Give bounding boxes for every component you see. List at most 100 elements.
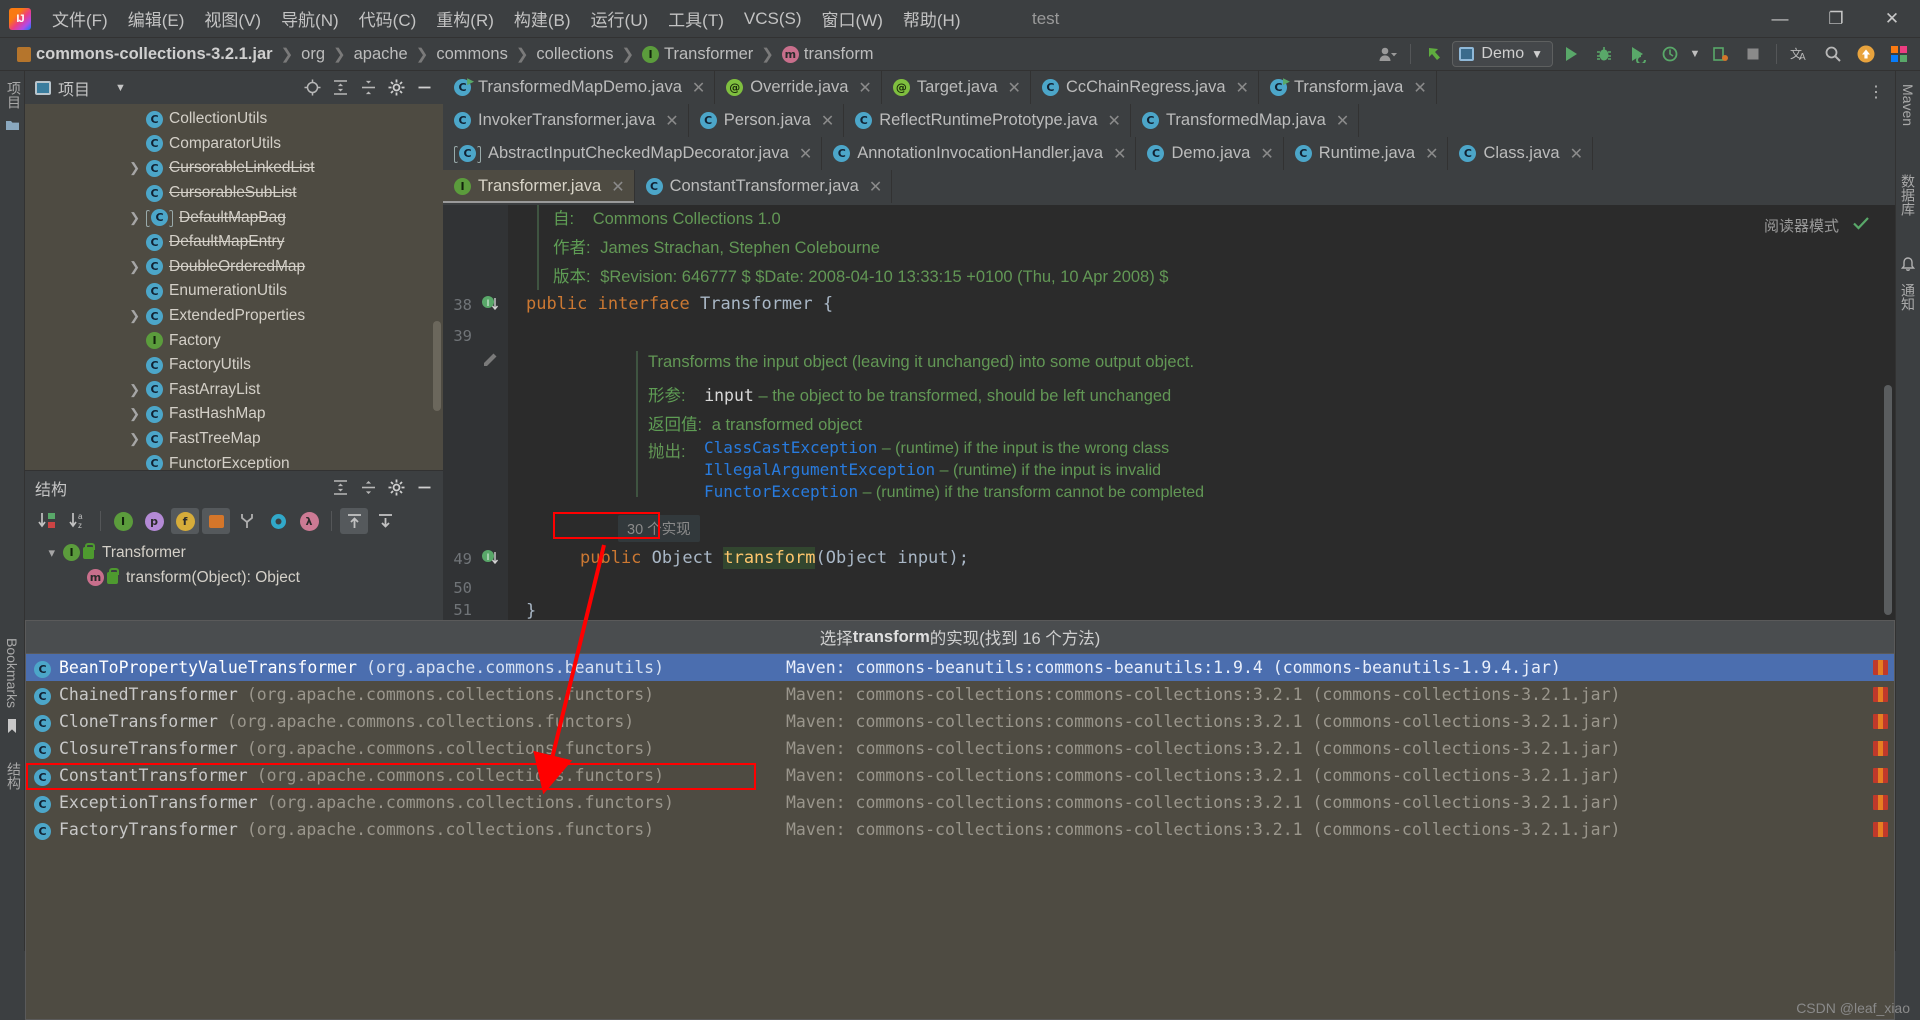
popup-list-item[interactable]: C ExceptionTransformer (org.apache.commons… bbox=[26, 789, 1894, 816]
chevron-down-icon[interactable]: ▼ bbox=[1688, 41, 1702, 67]
tree-expand-arrow-icon[interactable]: ❯ bbox=[25, 382, 146, 398]
show-anonymous-icon[interactable] bbox=[264, 508, 292, 534]
tree-expand-arrow-icon[interactable]: ▾ bbox=[25, 545, 63, 561]
sort-by-visibility-icon[interactable] bbox=[33, 508, 61, 534]
settings-gear-icon[interactable] bbox=[383, 76, 409, 100]
breadcrumb-item-jar[interactable]: commons-collections-3.2.1.jar bbox=[14, 43, 276, 66]
code-editor[interactable]: 38 I 39 49 I 50 51 自: Commons Collection… bbox=[443, 205, 1895, 623]
debug-button[interactable] bbox=[1589, 41, 1619, 67]
stripe-bookmarks[interactable]: Bookmarks bbox=[0, 632, 24, 714]
project-tree-item[interactable]: C CursorableSubList bbox=[25, 181, 443, 206]
stripe-database[interactable]: 数据库 bbox=[1894, 167, 1920, 223]
minimize-button[interactable]: — bbox=[1752, 0, 1808, 38]
editor-tab[interactable]: C TransformedMap.java ✕ bbox=[1130, 104, 1360, 137]
close-icon[interactable]: ✕ bbox=[858, 78, 871, 98]
editor-tab[interactable]: @ Target.java ✕ bbox=[881, 71, 1031, 104]
collapse-all-icon[interactable] bbox=[371, 508, 399, 534]
close-icon[interactable]: ✕ bbox=[869, 177, 882, 197]
popup-list-item[interactable]: C ClosureTransformer (org.apache.commons.c… bbox=[26, 735, 1894, 762]
project-tree-item[interactable]: C FactoryUtils bbox=[25, 353, 443, 378]
implementations-popup[interactable]: 选择 transform 的实现(找到 16 个方法) C BeanToPrope… bbox=[25, 620, 1895, 1020]
stop-button[interactable] bbox=[1738, 41, 1768, 67]
popup-list-item[interactable]: C ConstantTransformer (org.apache.commons.… bbox=[26, 762, 1894, 789]
menu-vcs[interactable]: VCS(S) bbox=[735, 5, 811, 33]
stripe-notifications[interactable]: 通知 bbox=[1894, 276, 1920, 318]
project-tree-scrollbar[interactable] bbox=[433, 321, 441, 411]
menu-refactor[interactable]: 重构(R) bbox=[427, 2, 503, 35]
menu-help[interactable]: 帮助(H) bbox=[894, 2, 970, 35]
exception-link[interactable]: ClassCastException bbox=[704, 438, 877, 457]
close-icon[interactable]: ✕ bbox=[1108, 111, 1121, 131]
close-icon[interactable]: ✕ bbox=[1425, 144, 1438, 164]
expand-all-icon[interactable] bbox=[327, 476, 353, 500]
structure-tree-item[interactable]: ▾ I Transformer bbox=[25, 540, 443, 565]
run-with-coverage-button[interactable] bbox=[1622, 41, 1652, 67]
popup-list-item[interactable]: C BeanToPropertyValueTransformer (org.apac… bbox=[26, 654, 1894, 681]
show-non-public-icon[interactable] bbox=[202, 508, 230, 534]
project-tree-item[interactable]: C ComparatorUtils bbox=[25, 132, 443, 157]
ide-features-icon[interactable] bbox=[1884, 41, 1914, 67]
editor-code-area[interactable]: 自: Commons Collections 1.0 作者: James Str… bbox=[508, 205, 1895, 623]
menu-build[interactable]: 构建(B) bbox=[505, 2, 580, 35]
popup-list-item[interactable]: C FactoryTransformer (org.apache.commons.c… bbox=[26, 816, 1894, 843]
project-tree-item[interactable]: ❯ C FastTreeMap bbox=[25, 427, 443, 452]
attach-process-button[interactable] bbox=[1705, 41, 1735, 67]
show-lambdas-icon[interactable]: λ bbox=[295, 508, 323, 534]
editor-tab[interactable]: C ▶ TransformedMapDemo.java ✕ bbox=[443, 71, 716, 104]
breadcrumb-item-collections[interactable]: collections bbox=[533, 43, 616, 66]
project-tree-item[interactable]: ❯ C ExtendedProperties bbox=[25, 304, 443, 329]
project-tree-item[interactable]: C DefaultMapEntry bbox=[25, 230, 443, 255]
hide-panel-icon[interactable] bbox=[411, 76, 437, 100]
menu-window[interactable]: 窗口(W) bbox=[813, 2, 892, 35]
close-icon[interactable]: ✕ bbox=[611, 177, 624, 197]
notification-bell-icon[interactable] bbox=[1901, 253, 1915, 276]
project-tree-item[interactable]: C CollectionUtils bbox=[25, 107, 443, 132]
chevron-down-icon[interactable]: ▼ bbox=[115, 82, 126, 94]
bookmark-icon[interactable] bbox=[0, 714, 24, 738]
editor-tab[interactable]: @ Override.java ✕ bbox=[715, 71, 882, 104]
maximize-button[interactable]: ❐ bbox=[1808, 0, 1864, 38]
close-icon[interactable]: ✕ bbox=[665, 111, 678, 131]
hide-panel-icon[interactable] bbox=[411, 476, 437, 500]
more-options-icon[interactable]: ⋮ bbox=[1862, 75, 1890, 108]
group-methods-icon[interactable] bbox=[233, 508, 261, 534]
breadcrumb-item-transform[interactable]: m transform bbox=[779, 43, 877, 66]
editor-tab[interactable]: C AnnotationInvocationHandler.java ✕ bbox=[822, 137, 1137, 170]
popup-list-item[interactable]: C ChainedTransformer (org.apache.commons.c… bbox=[26, 681, 1894, 708]
settings-gear-icon[interactable] bbox=[383, 476, 409, 500]
exception-link[interactable]: FunctorException bbox=[704, 482, 858, 501]
editor-tab[interactable]: C InvokerTransformer.java ✕ bbox=[443, 104, 689, 137]
close-icon[interactable]: ✕ bbox=[821, 111, 834, 131]
profiler-button[interactable] bbox=[1655, 41, 1685, 67]
close-icon[interactable]: ✕ bbox=[799, 144, 812, 164]
show-fields-icon[interactable]: f bbox=[171, 508, 199, 534]
exception-link[interactable]: IllegalArgumentException bbox=[704, 460, 935, 479]
edit-doc-icon[interactable] bbox=[481, 351, 499, 374]
menu-navigate[interactable]: 导航(N) bbox=[272, 2, 348, 35]
vcs-update-icon[interactable] bbox=[1419, 41, 1449, 67]
editor-tab[interactable]: C Class.java ✕ bbox=[1448, 137, 1593, 170]
stripe-structure[interactable]: 结构 bbox=[0, 756, 28, 796]
translate-icon[interactable]: 文A bbox=[1785, 41, 1815, 67]
implementations-inlay-hint[interactable]: 30 个实现 bbox=[618, 515, 700, 542]
popup-list[interactable]: C BeanToPropertyValueTransformer (org.apac… bbox=[26, 654, 1894, 843]
close-icon[interactable]: ✕ bbox=[1570, 144, 1583, 164]
popup-list-item[interactable]: C CloneTransformer (org.apache.commons.col… bbox=[26, 708, 1894, 735]
menu-view[interactable]: 视图(V) bbox=[195, 2, 270, 35]
menu-run[interactable]: 运行(U) bbox=[582, 2, 658, 35]
expand-all-icon[interactable] bbox=[340, 508, 368, 534]
tree-expand-arrow-icon[interactable]: ❯ bbox=[25, 259, 146, 275]
locate-file-icon[interactable] bbox=[299, 76, 325, 100]
project-tree[interactable]: C CollectionUtils C ComparatorUtils ❯ C Cursor… bbox=[25, 104, 443, 470]
breadcrumb-item-commons[interactable]: commons bbox=[433, 43, 511, 66]
show-inherited-icon[interactable]: I bbox=[109, 508, 137, 534]
editor-tab[interactable]: C ReflectRuntimePrototype.java ✕ bbox=[844, 104, 1131, 137]
breadcrumb-item-apache[interactable]: apache bbox=[351, 43, 411, 66]
breadcrumb-item-transformer[interactable]: I Transformer bbox=[639, 43, 756, 66]
project-tree-item[interactable]: C FunctorException bbox=[25, 451, 443, 470]
collapse-all-icon[interactable] bbox=[355, 476, 381, 500]
close-icon[interactable]: ✕ bbox=[1113, 144, 1126, 164]
close-icon[interactable]: ✕ bbox=[1008, 78, 1021, 98]
close-icon[interactable]: ✕ bbox=[692, 78, 705, 98]
structure-tree[interactable]: ▾ I Transformer m transform(Object): Object bbox=[25, 538, 443, 620]
